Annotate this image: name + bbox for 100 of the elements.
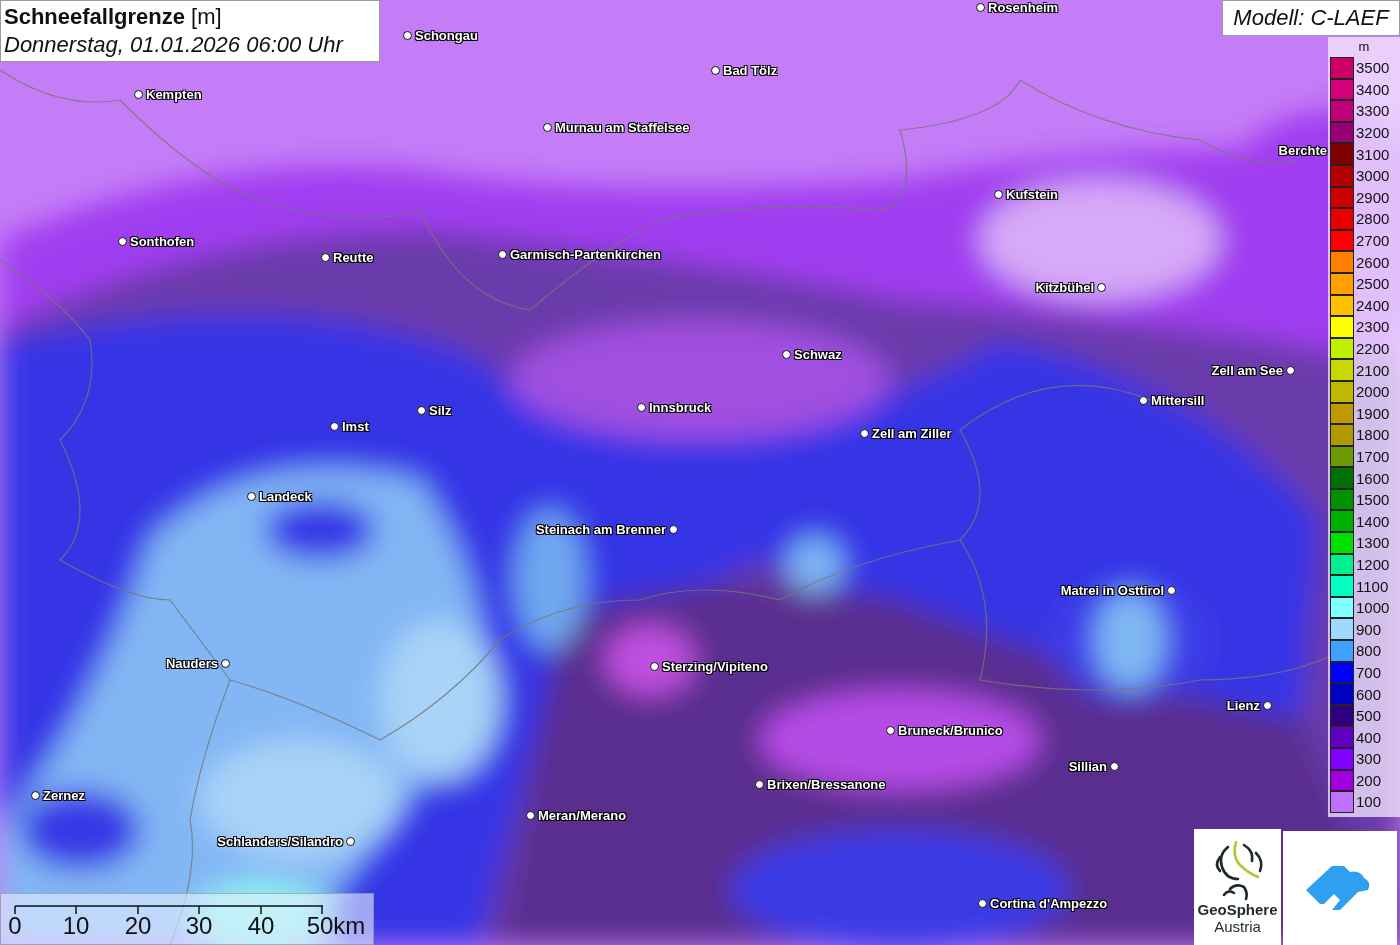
city-label: Matrei in Osttirol (1060, 583, 1164, 598)
legend-label: 2000 (1356, 383, 1390, 401)
legend-label: 1400 (1356, 512, 1390, 530)
legend-unit: m (1357, 38, 1371, 56)
city-dot-icon (543, 123, 552, 132)
city-label: Meran/Merano (538, 808, 627, 823)
scale-label: 30 (185, 912, 213, 940)
legend-label: 900 (1356, 620, 1382, 638)
legend-label: 2500 (1356, 275, 1390, 293)
legend-label: 800 (1356, 642, 1382, 660)
city-label: Innsbruck (649, 400, 712, 415)
city-dot-icon (711, 66, 720, 75)
city-dot-icon (417, 406, 426, 415)
city-label: Rosenheim (988, 0, 1059, 15)
scale-label: 0 (8, 912, 22, 940)
scale-label: 10 (62, 912, 90, 940)
legend-label: 2800 (1356, 210, 1390, 228)
city-dot-icon (650, 662, 659, 671)
legend-label: 600 (1356, 685, 1382, 703)
city-label: Silz (429, 403, 452, 418)
city-dot-icon (886, 726, 895, 735)
city-label: Schwaz (794, 347, 842, 362)
city-dot-icon (346, 837, 355, 846)
city-label: Reutte (333, 250, 374, 265)
city-label: Zell am See (1211, 363, 1283, 378)
legend-label: 1800 (1356, 426, 1390, 444)
legend-label: 2300 (1356, 318, 1390, 336)
legend-label: 2100 (1356, 361, 1390, 379)
legend-label: 2600 (1356, 253, 1390, 271)
city-label: Kempten (146, 87, 202, 102)
city-dot-icon (221, 659, 230, 668)
legend-label: 300 (1356, 750, 1382, 768)
legend-label: 3200 (1356, 124, 1390, 142)
city-label: Lienz (1226, 698, 1260, 713)
legend-label: 2400 (1356, 296, 1390, 314)
city-label: Kufstein (1006, 187, 1058, 202)
map-date: Donnerstag, 01.01.2026 06:00 Uhr (4, 31, 345, 59)
legend-label: 1200 (1356, 555, 1390, 573)
city-label: Sonthofen (130, 234, 195, 249)
city-label: Sterzing/Vipiteno (662, 659, 768, 674)
legend-label: 2900 (1356, 188, 1390, 206)
city-label: Bad Tölz (723, 63, 778, 78)
model-label: Modell: C-LAEF (1222, 0, 1400, 36)
legend-label: 1700 (1356, 448, 1390, 465)
city-dot-icon (994, 190, 1003, 199)
legend-label: 200 (1356, 771, 1382, 789)
scale-label: 40 (247, 912, 275, 940)
city-label: Bruneck/Brunico (898, 723, 1003, 738)
legend-label: 1000 (1356, 599, 1390, 617)
city-dot-icon (1263, 701, 1272, 710)
city-dot-icon (321, 253, 330, 262)
city-dot-icon (755, 780, 764, 789)
logo-text: GeoSphere (1197, 901, 1278, 918)
city-label: Schlanders/Silandro (217, 834, 343, 849)
scale-label: 50km (306, 912, 366, 940)
city-label: Brixen/Bressanone (767, 777, 886, 792)
city-label: Schongau (415, 28, 478, 43)
city-dot-icon (403, 31, 412, 40)
map-title: Schneefallgrenze [m] (4, 3, 223, 31)
city-label: Kitzbühel (1035, 280, 1094, 295)
legend-label: 1300 (1356, 534, 1390, 552)
city-label: Murnau am Staffelsee (555, 120, 690, 135)
legend-label: 1600 (1356, 469, 1390, 487)
city-dot-icon (526, 811, 535, 820)
city-label: Garmisch-Partenkirchen (510, 247, 661, 262)
city-label: Zernez (43, 788, 85, 803)
legend-label: 3500 (1356, 59, 1390, 77)
city-label: Imst (342, 419, 369, 434)
city-dot-icon (118, 237, 127, 246)
legend-label: 3100 (1356, 145, 1390, 163)
logo-text: Austria (1214, 918, 1261, 935)
legend-label: 700 (1356, 663, 1382, 681)
city-label: Cortina d'Ampezzo (990, 896, 1108, 911)
city-dot-icon (782, 350, 791, 359)
city-dot-icon (330, 422, 339, 431)
city-label: Zell am Ziller (872, 426, 952, 441)
city-dot-icon (1286, 366, 1295, 375)
legend-label: 1900 (1356, 404, 1390, 422)
city-dot-icon (134, 90, 143, 99)
city-dot-icon (498, 250, 507, 259)
city-label: Mittersill (1151, 393, 1205, 408)
city-label: Berchte (1278, 143, 1327, 158)
legend-label: 100 (1356, 793, 1382, 811)
legend-label: 1500 (1356, 491, 1390, 509)
city-dot-icon (247, 492, 256, 501)
city-dot-icon (637, 403, 646, 412)
city-dot-icon (976, 3, 985, 12)
scale-label: 20 (124, 912, 152, 940)
legend-label: 3400 (1356, 80, 1390, 98)
city-dot-icon (978, 899, 987, 908)
city-dot-icon (1097, 283, 1106, 292)
city-dot-icon (669, 525, 678, 534)
legend-label: 3300 (1356, 102, 1390, 120)
city-label: Landeck (259, 489, 312, 504)
city-dot-icon (1139, 396, 1148, 405)
legend-label: 3000 (1356, 167, 1390, 185)
legend-label: 2200 (1356, 340, 1390, 357)
city-dot-icon (860, 429, 869, 438)
legend-label: 400 (1356, 728, 1382, 746)
city-label: Nauders (165, 656, 218, 671)
